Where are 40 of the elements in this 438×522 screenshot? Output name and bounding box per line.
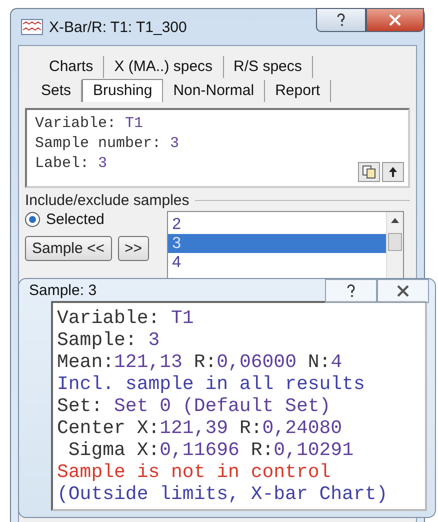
group-title: Include/exclude samples bbox=[25, 192, 190, 209]
close-button[interactable] bbox=[377, 279, 429, 303]
text-line: Sample number: 3 bbox=[35, 134, 180, 154]
tab[interactable]: Charts bbox=[39, 56, 104, 78]
up-arrow-icon bbox=[389, 167, 397, 177]
help-button[interactable] bbox=[316, 8, 366, 32]
text-line: Label: 3 bbox=[35, 154, 108, 174]
sample-button[interactable]: >> bbox=[118, 236, 150, 261]
window-title: X-Bar/R: T1: T1_300 bbox=[49, 18, 187, 36]
text-line: Incl. sample in all results bbox=[57, 373, 365, 395]
help-icon bbox=[346, 284, 356, 298]
copy-icon bbox=[362, 165, 376, 179]
scroll-thumb[interactable] bbox=[388, 233, 402, 251]
copy-button[interactable] bbox=[358, 162, 380, 182]
scroll-up-icon[interactable] bbox=[391, 218, 399, 223]
text-line: Sigma X:0,11696 R:0,10291 bbox=[67, 439, 354, 461]
help-icon bbox=[336, 13, 346, 27]
close-icon bbox=[389, 14, 401, 26]
list-item[interactable]: 2 bbox=[168, 215, 386, 234]
sample-button[interactable]: Sample << bbox=[25, 236, 112, 261]
text-line: Set: Set 0 (Default Set) bbox=[57, 395, 331, 417]
close-icon bbox=[397, 285, 409, 297]
text-line: Mean:121,13 R:0,06000 N:4 bbox=[57, 351, 342, 373]
text-line: Center X:121,39 R:0,24080 bbox=[57, 417, 342, 439]
tab[interactable]: Brushing bbox=[82, 79, 164, 102]
text-line: Sample: 3 bbox=[57, 329, 160, 351]
close-button[interactable] bbox=[366, 8, 424, 32]
up-button[interactable] bbox=[382, 162, 404, 182]
chart-icon bbox=[21, 19, 43, 35]
tab[interactable]: Non-Normal bbox=[163, 80, 266, 102]
text-line: Variable: T1 bbox=[35, 114, 144, 134]
text-line: (Outside limits, X-bar Chart) bbox=[57, 483, 388, 505]
radio-button[interactable]: Selected bbox=[25, 211, 150, 228]
list-item[interactable]: 4 bbox=[168, 253, 386, 272]
text-line: Variable: T1 bbox=[57, 307, 194, 329]
tab[interactable]: X (MA..) specs bbox=[104, 56, 224, 78]
tab[interactable]: R/S specs bbox=[224, 56, 313, 78]
popup-title: Sample: 3 bbox=[29, 282, 97, 298]
tab[interactable]: Report bbox=[265, 80, 332, 102]
text-line: Sample is not in control bbox=[57, 461, 331, 483]
